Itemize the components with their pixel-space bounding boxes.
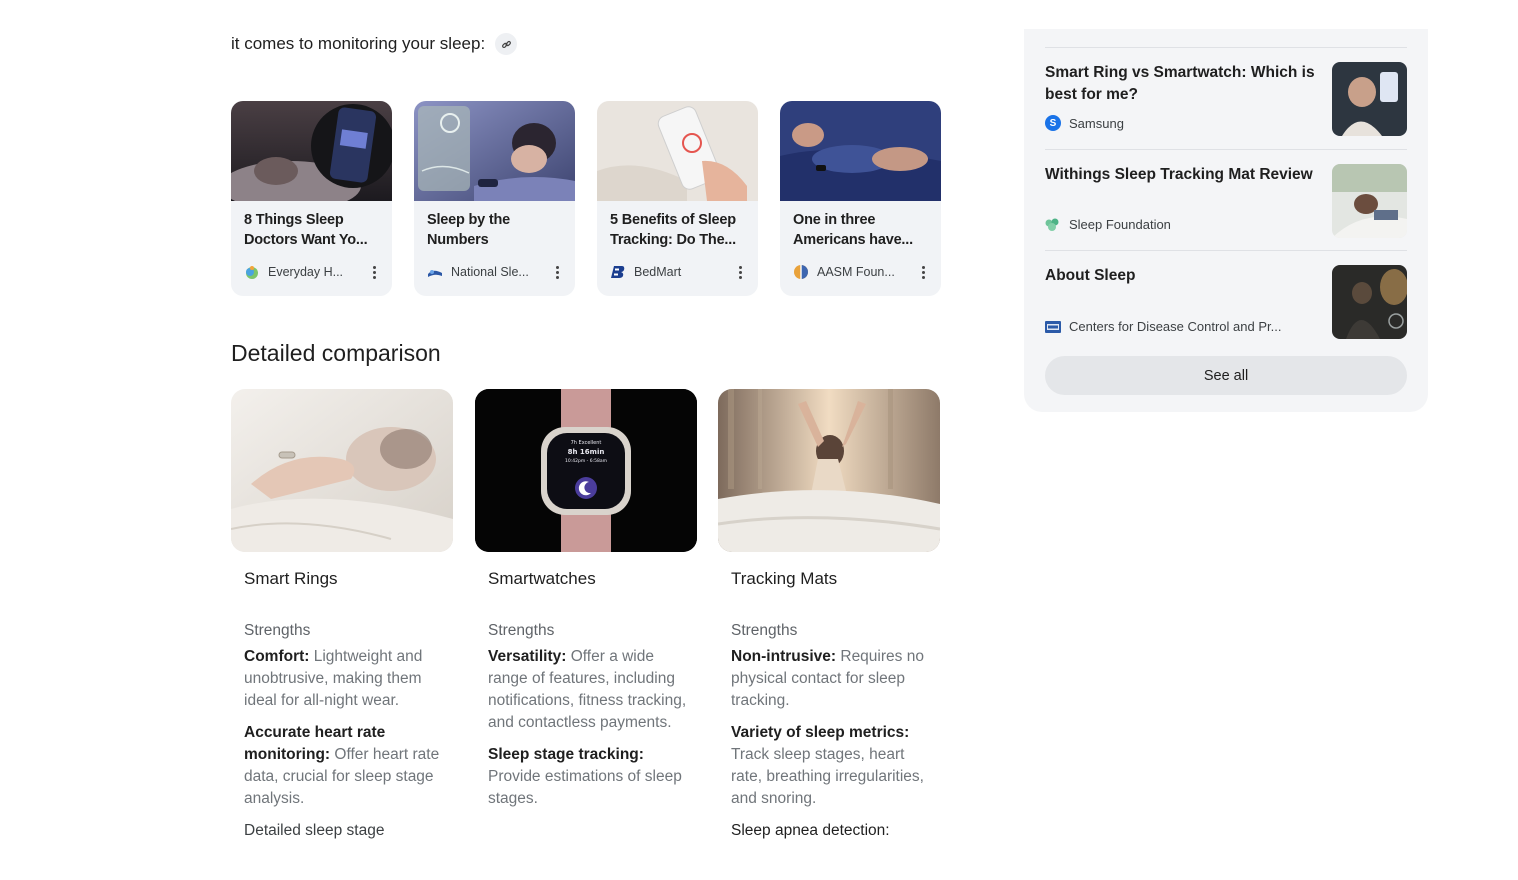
- column-title: Smartwatches: [488, 569, 596, 588]
- source-list-item[interactable]: Withings Sleep Tracking Mat Review Sleep…: [1045, 164, 1407, 264]
- smart-ring-image[interactable]: [231, 389, 453, 552]
- strength-item: Non-intrusive: Requires no physical cont…: [731, 646, 931, 712]
- strengths-label: Strengths: [488, 622, 555, 639]
- strength-item-partial: Detailed sleep stage: [244, 822, 385, 839]
- source-item-source: Sleep Foundation: [1045, 217, 1171, 232]
- card-thumbnail: [780, 101, 941, 201]
- strength-item: Comfort: Lightweight and unobtrusive, ma…: [244, 646, 444, 712]
- source-name: BedMart: [634, 265, 682, 279]
- strength-item-partial: Sleep apnea detection:: [731, 822, 890, 839]
- strength-description: Provide estimations of sleep stages.: [488, 768, 682, 807]
- samsung-icon: S: [1045, 115, 1061, 131]
- strength-item: Sleep stage tracking: Provide estimation…: [488, 744, 688, 810]
- comparison-column-tracking-mats: Tracking Mats Strengths Non-intrusive: R…: [718, 389, 940, 852]
- aasm-icon: [794, 265, 808, 279]
- card-title: 5 Benefits of Sleep Tracking: Do The...: [610, 212, 736, 248]
- cdc-icon: [1045, 320, 1061, 333]
- intro-line: it comes to monitoring your sleep:: [231, 33, 518, 55]
- see-all-button[interactable]: See all: [1045, 356, 1407, 395]
- section-title: Detailed comparison: [231, 340, 441, 366]
- source-card[interactable]: Sleep by the Numbers National Sle...: [414, 101, 575, 296]
- watch-sleep-window: 10:42pm - 6:58am: [565, 459, 607, 464]
- strengths-list: Non-intrusive: Requires no physical cont…: [731, 646, 931, 842]
- strength-description: Track sleep stages, heart rate, breathin…: [731, 746, 924, 807]
- intro-text: it comes to monitoring your sleep:: [231, 34, 486, 53]
- source-cards: 8 Things Sleep Doctors Want Yo... Everyd…: [231, 101, 941, 296]
- link-icon[interactable]: [495, 33, 518, 55]
- source-item-thumbnail: [1332, 265, 1407, 339]
- sleep-foundation-icon: [1045, 218, 1059, 231]
- national-sleep-icon: [428, 270, 442, 277]
- source-name: Sleep Foundation: [1069, 217, 1171, 232]
- strength-term: Comfort:: [244, 648, 310, 665]
- strengths-label: Strengths: [244, 622, 311, 639]
- strength-term: Sleep stage tracking:: [488, 746, 644, 763]
- source-card[interactable]: 8 Things Sleep Doctors Want Yo... Everyd…: [231, 101, 392, 296]
- source-name: Everyday H...: [268, 265, 344, 279]
- divider: [1045, 250, 1407, 251]
- bedmart-icon: [611, 266, 625, 278]
- divider: [1045, 149, 1407, 150]
- source-card[interactable]: One in three Americans have... AASM Foun…: [780, 101, 941, 296]
- comparison-column-smartwatches: 7h Excellent 8h 16min 10:42pm - 6:58am S…: [475, 389, 697, 820]
- card-thumbnail: [231, 101, 392, 201]
- more-options-icon[interactable]: [366, 264, 382, 280]
- source-item-title: Withings Sleep Tracking Mat Review: [1045, 166, 1313, 183]
- card-source: National Sle...: [427, 264, 567, 280]
- strength-item: Versatility: Offer a wide range of featu…: [488, 646, 688, 734]
- card-title: Sleep by the Numbers: [427, 212, 511, 248]
- watch-sleep-duration: 8h 16min: [567, 448, 605, 456]
- more-options-icon[interactable]: [915, 264, 931, 280]
- divider: [1045, 47, 1407, 48]
- card-thumbnail: [414, 101, 575, 201]
- card-title: 8 Things Sleep Doctors Want Yo...: [244, 212, 368, 248]
- source-card[interactable]: 5 Benefits of Sleep Tracking: Do The... …: [597, 101, 758, 296]
- source-item-thumbnail: [1332, 62, 1407, 136]
- tracking-mat-image[interactable]: [718, 389, 940, 552]
- card-source: AASM Foun...: [793, 264, 933, 280]
- comparison-column-smart-rings: Smart Rings Strengths Comfort: Lightweig…: [231, 389, 453, 852]
- source-name: AASM Foun...: [817, 265, 895, 279]
- strength-item: Variety of sleep metrics: Track sleep st…: [731, 722, 931, 810]
- source-item-thumbnail: [1332, 164, 1407, 238]
- card-thumbnail: [597, 101, 758, 201]
- strengths-list: Comfort: Lightweight and unobtrusive, ma…: [244, 646, 444, 842]
- everyday-health-icon: [246, 266, 258, 279]
- column-title: Smart Rings: [244, 569, 338, 588]
- source-name: National Sle...: [451, 265, 529, 279]
- strength-term: Versatility:: [488, 648, 567, 665]
- strength-term: Non-intrusive:: [731, 648, 837, 665]
- card-source: BedMart: [610, 264, 750, 280]
- source-name: Samsung: [1069, 115, 1124, 131]
- card-source: Everyday H...: [244, 264, 384, 280]
- source-list-item[interactable]: Smart Ring vs Smartwatch: Which is best …: [1045, 62, 1407, 162]
- smartwatch-image[interactable]: 7h Excellent 8h 16min 10:42pm - 6:58am: [475, 389, 697, 552]
- more-options-icon[interactable]: [732, 264, 748, 280]
- source-item-source: S Samsung: [1045, 115, 1124, 131]
- watch-sleep-score: 7h Excellent: [570, 440, 602, 446]
- watch-screen: 7h Excellent 8h 16min 10:42pm - 6:58am: [561, 439, 611, 466]
- strength-term: Variety of sleep metrics:: [731, 724, 910, 741]
- source-item-title: About Sleep: [1045, 267, 1136, 284]
- more-options-icon[interactable]: [549, 264, 565, 280]
- source-list-item[interactable]: About Sleep Centers for Disease Control …: [1045, 265, 1407, 365]
- strengths-label: Strengths: [731, 622, 798, 639]
- card-title: One in three Americans have...: [793, 212, 913, 248]
- column-title: Tracking Mats: [731, 569, 838, 588]
- source-item-title: Smart Ring vs Smartwatch: Which is best …: [1045, 64, 1315, 103]
- strengths-list: Versatility: Offer a wide range of featu…: [488, 646, 688, 810]
- source-name: Centers for Disease Control and Pr...: [1069, 319, 1282, 334]
- sources-panel: Smart Ring vs Smartwatch: Which is best …: [1024, 29, 1428, 412]
- source-item-source: Centers for Disease Control and Pr...: [1045, 319, 1281, 334]
- strength-item: Accurate heart rate monitoring: Offer he…: [244, 722, 444, 810]
